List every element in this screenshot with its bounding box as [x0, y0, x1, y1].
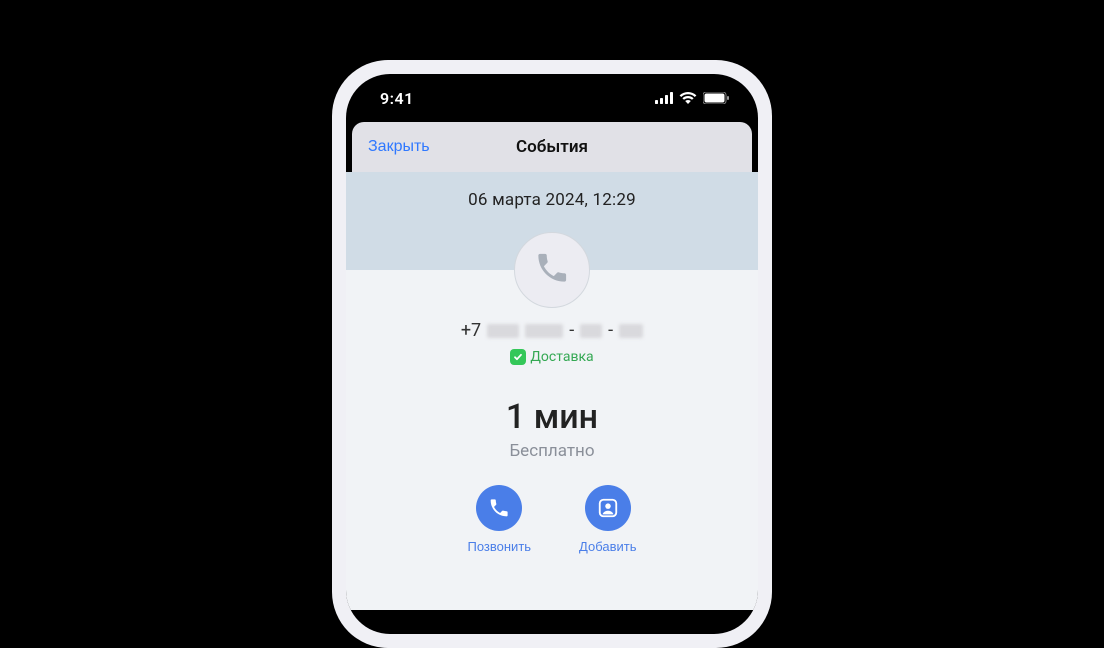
status-icons	[655, 92, 730, 104]
event-body: +7 - - Доставка 1 мин Бесплатно	[346, 270, 758, 610]
phone-number-line: +7 - -	[346, 320, 758, 341]
phone-redacted-segment	[487, 324, 519, 338]
navigation-bar: Закрыть События	[352, 122, 752, 172]
add-contact-icon	[585, 485, 631, 531]
add-contact-button[interactable]: Добавить	[579, 485, 636, 554]
event-header: 06 марта 2024, 12:29	[346, 172, 758, 270]
category-label: Доставка	[530, 349, 593, 365]
call-cost: Бесплатно	[346, 441, 758, 461]
phone-screen: 9:41 Закрыть События 06 марта 2024, 12:2…	[346, 74, 758, 634]
phone-dash: -	[569, 320, 574, 341]
add-contact-label: Добавить	[579, 539, 636, 554]
verified-check-icon	[510, 349, 526, 365]
status-bar: 9:41	[346, 74, 758, 122]
event-datetime: 06 марта 2024, 12:29	[346, 190, 758, 210]
avatar-container	[346, 232, 758, 270]
phone-frame: 9:41 Закрыть События 06 марта 2024, 12:2…	[332, 60, 772, 648]
phone-redacted-segment	[525, 324, 563, 338]
caller-avatar	[514, 232, 590, 308]
phone-redacted-segment	[580, 324, 602, 338]
page-title: События	[516, 137, 588, 157]
phone-redacted-segment	[619, 324, 643, 338]
phone-icon	[476, 485, 522, 531]
call-back-button[interactable]: Позвонить	[468, 485, 532, 554]
actions-row: Позвонить Добавить	[346, 485, 758, 554]
close-button[interactable]: Закрыть	[368, 138, 430, 156]
wifi-icon	[679, 92, 697, 104]
battery-icon	[703, 92, 730, 104]
phone-dash: -	[608, 320, 613, 341]
status-time: 9:41	[380, 89, 414, 108]
phone-prefix: +7	[461, 320, 481, 341]
call-duration: 1 мин	[346, 397, 758, 437]
category-line: Доставка	[346, 349, 758, 365]
phone-handset-icon	[534, 250, 570, 290]
call-back-label: Позвонить	[468, 539, 532, 554]
cellular-signal-icon	[655, 92, 673, 104]
